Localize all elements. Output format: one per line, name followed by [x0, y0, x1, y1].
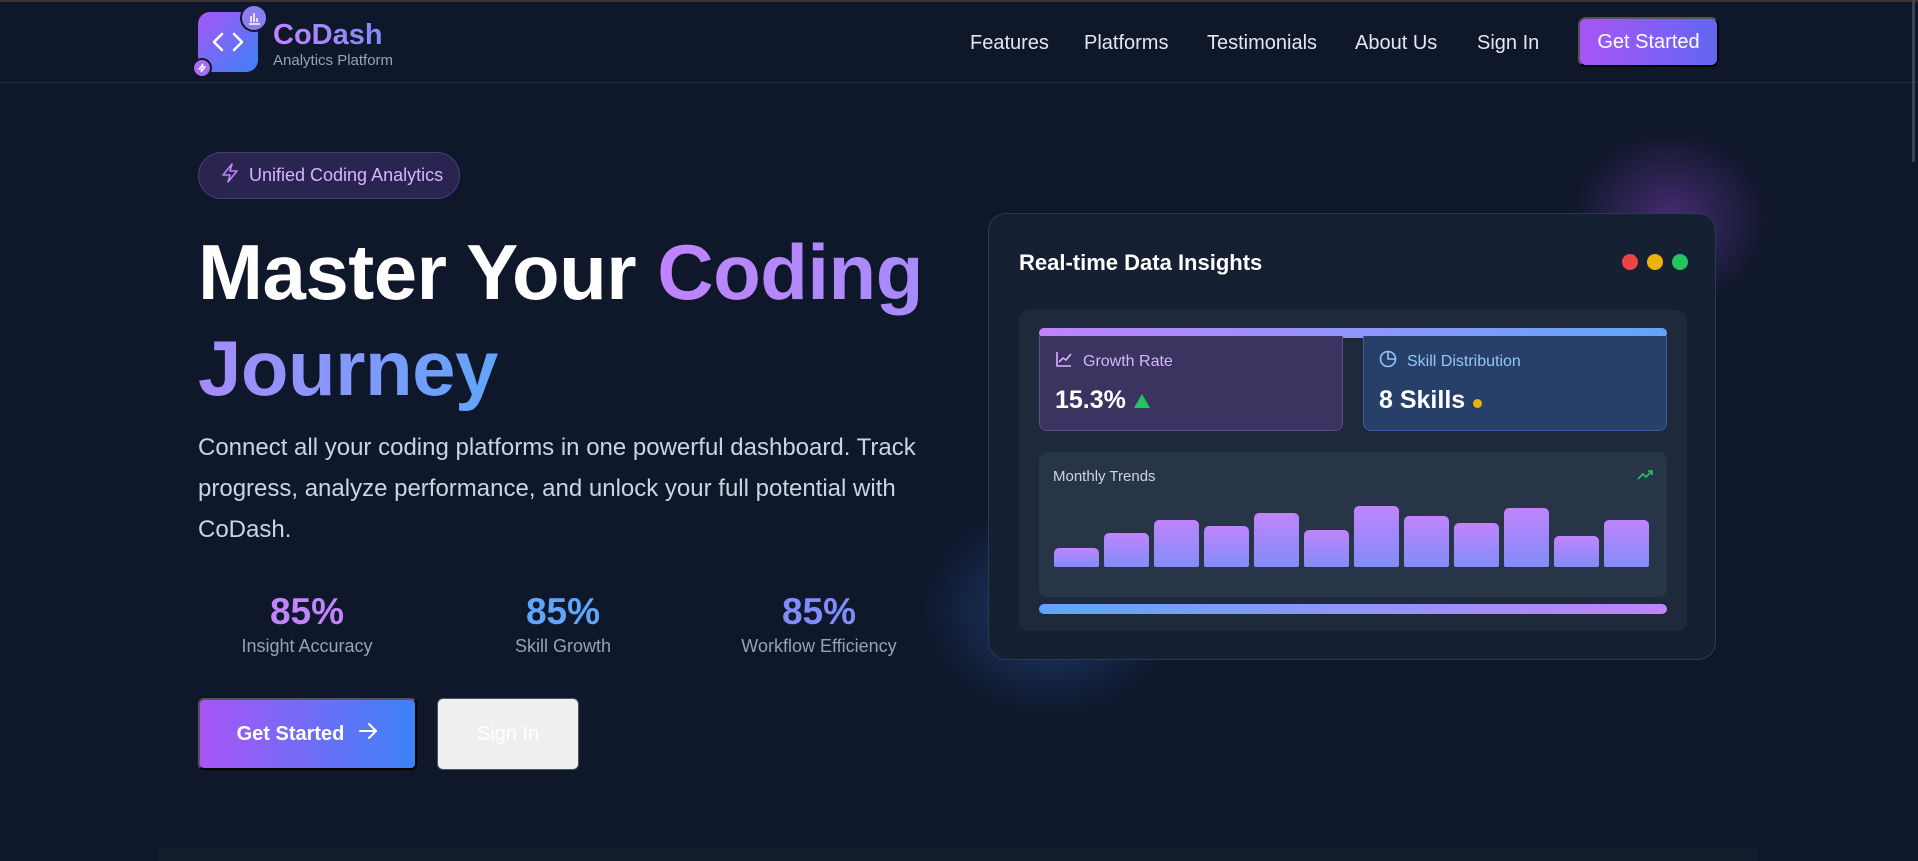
insights-card-title: Real-time Data Insights [1019, 250, 1263, 275]
stat-skill-growth: 85% Skill Growth [463, 590, 663, 657]
headline-part-1: Master Your [198, 228, 658, 316]
trend-bar [1104, 533, 1149, 567]
insights-card: Real-time Data Insights Growth Rate 15.3… [988, 213, 1716, 660]
trend-bar [1154, 520, 1199, 567]
nav-get-started-button[interactable]: Get Started [1578, 17, 1719, 67]
stat-label: Skill Growth [514, 636, 612, 656]
hero-badge: Unified Coding Analytics [198, 152, 460, 199]
hero-description: Connect all your coding platforms in one… [198, 434, 916, 543]
stat-label: Insight Accuracy [241, 636, 373, 656]
window-dot-red [1622, 254, 1638, 270]
stat-value: 85% [525, 591, 601, 632]
growth-rate-value-text: 15.3% [1055, 386, 1126, 414]
monthly-trends-title: Monthly Trends [1053, 468, 1156, 485]
panel-bottom-gradient-bar [1039, 604, 1667, 614]
monthly-trends-chart: Monthly Trends [1039, 452, 1667, 597]
nav-link-platforms[interactable]: Platforms [1084, 32, 1168, 55]
trend-bar [1554, 536, 1599, 567]
pie-chart-icon [1379, 350, 1397, 373]
trend-bar [1304, 530, 1349, 567]
trend-bar [1504, 508, 1549, 567]
headline-part-2: Coding [657, 228, 923, 316]
hero-sign-in-button[interactable]: Sign In [437, 698, 579, 770]
skill-distribution-label-text: Skill Distribution [1407, 352, 1521, 370]
page-scrollbar[interactable] [1912, 0, 1915, 162]
monthly-trends-bars [1054, 492, 1652, 567]
stat-insight-accuracy: 85% Insight Accuracy [207, 590, 407, 657]
trending-up-icon [1637, 468, 1653, 486]
trend-bar [1254, 513, 1299, 567]
growth-rate-card: Growth Rate 15.3% [1039, 336, 1343, 431]
skill-distribution-card: Skill Distribution 8 Skills [1363, 336, 1667, 431]
hero-headline: Master Your Coding Journey [198, 224, 923, 416]
stat-label: Workflow Efficiency [741, 636, 897, 656]
hero-get-started-button[interactable]: Get Started [198, 698, 417, 770]
skill-distribution-value: 8 Skills [1379, 386, 1483, 415]
growth-rate-label: Growth Rate [1055, 350, 1173, 373]
trend-bar [1054, 548, 1099, 567]
hero-badge-label: Unified Coding Analytics [249, 165, 444, 185]
skill-distribution-value-text: 8 Skills [1379, 386, 1466, 414]
hero-get-started-label: Get Started [236, 722, 345, 745]
trend-bar [1454, 523, 1499, 567]
line-chart-icon [1055, 350, 1073, 373]
growth-rate-value: 15.3% [1055, 386, 1150, 415]
trend-bar [1204, 526, 1249, 567]
arrow-right-icon [358, 722, 378, 746]
skill-distribution-label: Skill Distribution [1379, 350, 1521, 373]
stat-value: 85% [269, 591, 345, 632]
navbar: CoDash Analytics Platform Features Platf… [0, 2, 1918, 83]
trend-bar [1354, 506, 1399, 567]
next-section-edge [159, 848, 1758, 861]
trend-up-icon [1133, 393, 1150, 408]
trend-bar [1404, 516, 1449, 567]
stat-workflow-efficiency: 85% Workflow Efficiency [719, 590, 919, 657]
headline-part-3: Journey [198, 324, 498, 412]
window-dot-yellow [1647, 254, 1663, 270]
window-dot-green [1672, 254, 1688, 270]
growth-rate-label-text: Growth Rate [1083, 352, 1173, 370]
insights-panel: Growth Rate 15.3% Skill Distribution 8 S… [1019, 310, 1687, 631]
trend-bar [1604, 520, 1649, 567]
nav-link-sign-in[interactable]: Sign In [1477, 32, 1539, 55]
stat-value: 85% [781, 591, 857, 632]
status-dot [1473, 399, 1483, 408]
lightning-icon [221, 163, 239, 188]
nav-link-testimonials[interactable]: Testimonials [1207, 32, 1317, 55]
nav-link-about-us[interactable]: About Us [1355, 32, 1437, 55]
nav-link-features[interactable]: Features [970, 32, 1049, 55]
